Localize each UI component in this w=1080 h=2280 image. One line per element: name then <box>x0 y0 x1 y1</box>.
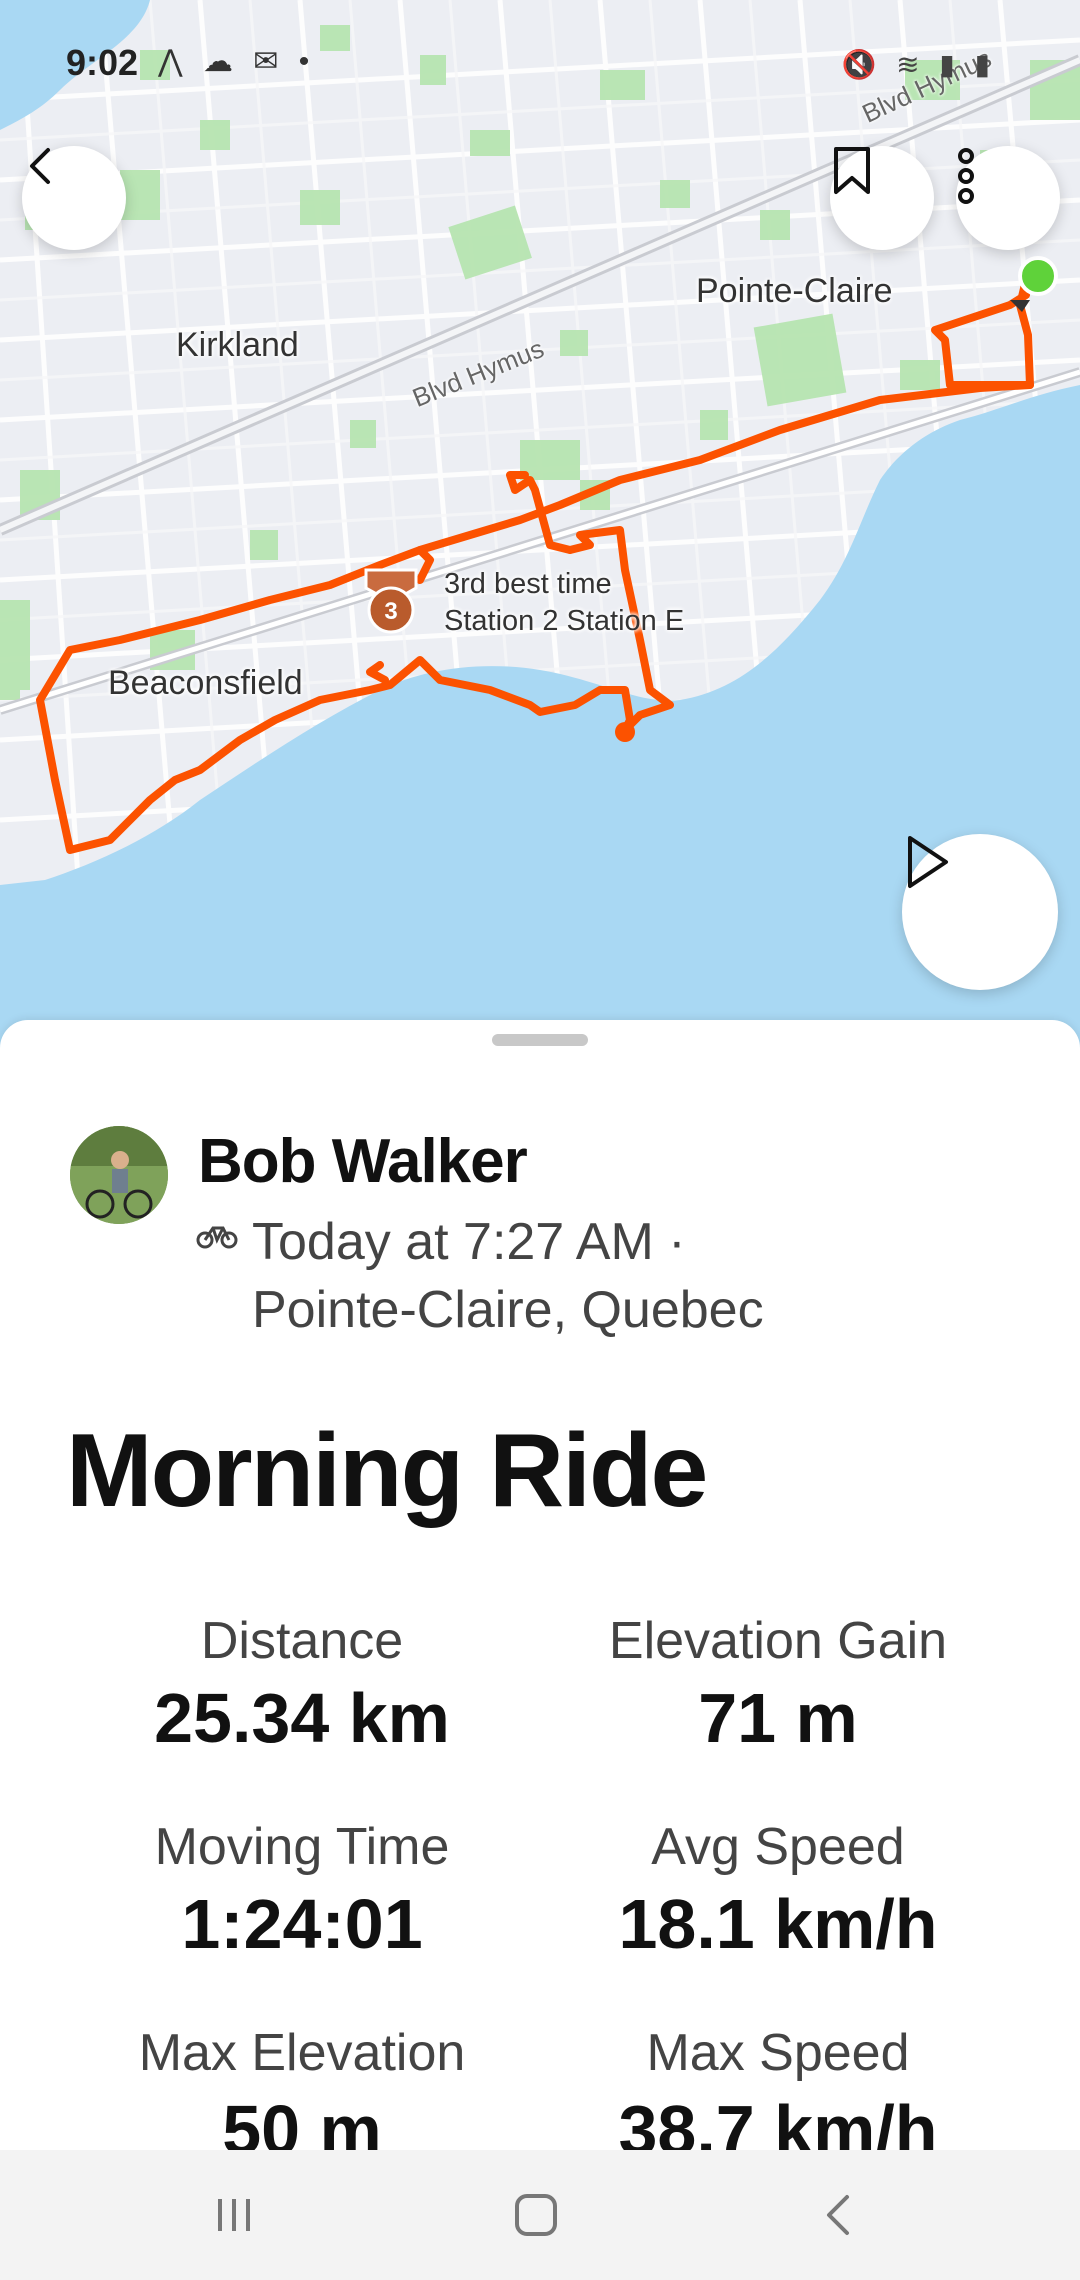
stat-value: 25.34 km <box>154 1679 450 1757</box>
athlete-name[interactable]: Bob Walker <box>198 1126 528 1197</box>
bronze-medal-icon[interactable]: 3 <box>360 568 422 636</box>
play-icon <box>908 836 948 888</box>
activity-meta: Today at 7:27 AM · Pointe-Claire, Quebec <box>196 1208 764 1344</box>
bookmark-icon <box>834 147 870 194</box>
system-back-button[interactable] <box>778 2180 898 2250</box>
back-icon <box>827 2195 849 2235</box>
stat-max-speed: Max Speed 38.7 km/h <box>548 2022 1008 2150</box>
stat-max-elevation: Max Elevation 50 m <box>72 2022 532 2150</box>
stat-moving-time: Moving Time 1:24:01 <box>72 1816 532 1970</box>
activity-location: Pointe-Claire, Quebec <box>252 1281 764 1339</box>
stat-label: Moving Time <box>154 1818 450 1876</box>
status-time: 9:02 <box>66 42 139 83</box>
activity-datetime: Today at 7:27 AM · <box>252 1213 686 1271</box>
segment-name-text: Station 2 Station E <box>444 605 685 637</box>
stat-distance: Distance 25.34 km <box>72 1610 532 1764</box>
stat-value: 38.7 km/h <box>618 2091 938 2150</box>
achievement-rank-text: 3rd best time <box>444 568 612 600</box>
stat-label: Max Elevation <box>138 2024 466 2082</box>
bookmark-button[interactable] <box>830 146 934 250</box>
system-navigation-bar <box>0 2150 1080 2280</box>
route-map[interactable]: Kirkland Pointe-Claire Beaconsfield Blvd… <box>0 0 1080 1060</box>
home-button[interactable] <box>476 2180 596 2250</box>
sheet-drag-handle[interactable] <box>492 1034 588 1046</box>
stat-label: Max Speed <box>646 2024 910 2082</box>
medal-number: 3 <box>384 598 397 625</box>
status-bar: 9:02 ⋀ ☁ ✉ • 🔇 ≋ ▮ ▮ <box>0 0 1080 130</box>
recents-icon <box>218 2199 250 2231</box>
stat-label: Distance <box>200 1612 404 1670</box>
map-label-kirkland: Kirkland <box>176 326 299 364</box>
stat-value: 71 m <box>698 1679 858 1757</box>
map-label-beaconsfield: Beaconsfield <box>108 664 303 702</box>
more-vertical-icon <box>958 148 974 204</box>
play-flyover-button[interactable] <box>902 834 1058 990</box>
stat-label: Elevation Gain <box>608 1612 948 1670</box>
notification-icons: ⋀ ☁ ✉ • <box>158 45 316 78</box>
chevron-left-icon <box>30 148 50 184</box>
map-label-pointe-claire: Pointe-Claire <box>696 272 893 310</box>
athlete-avatar[interactable] <box>70 1126 168 1224</box>
activity-title: Morning Ride <box>66 1413 708 1529</box>
activity-details-sheet[interactable]: Bob Walker Today at 7:27 AM · Pointe-Cla… <box>0 1020 1080 2150</box>
system-status-icons: 🔇 ≋ ▮ ▮ <box>841 49 996 80</box>
more-options-button[interactable] <box>956 146 1060 250</box>
back-button[interactable] <box>22 146 126 250</box>
stat-avg-speed: Avg Speed 18.1 km/h <box>548 1816 1008 1970</box>
stat-value: 18.1 km/h <box>618 1885 938 1963</box>
segment-achievement-label[interactable]: 3rd best time Station 2 Station E <box>444 566 684 640</box>
stat-value: 1:24:01 <box>181 1885 423 1963</box>
stat-elevation-gain: Elevation Gain 71 m <box>548 1610 1008 1764</box>
stat-value: 50 m <box>222 2091 382 2150</box>
home-icon <box>515 2194 557 2236</box>
recents-button[interactable] <box>174 2180 294 2250</box>
stat-label: Avg Speed <box>651 1818 905 1876</box>
